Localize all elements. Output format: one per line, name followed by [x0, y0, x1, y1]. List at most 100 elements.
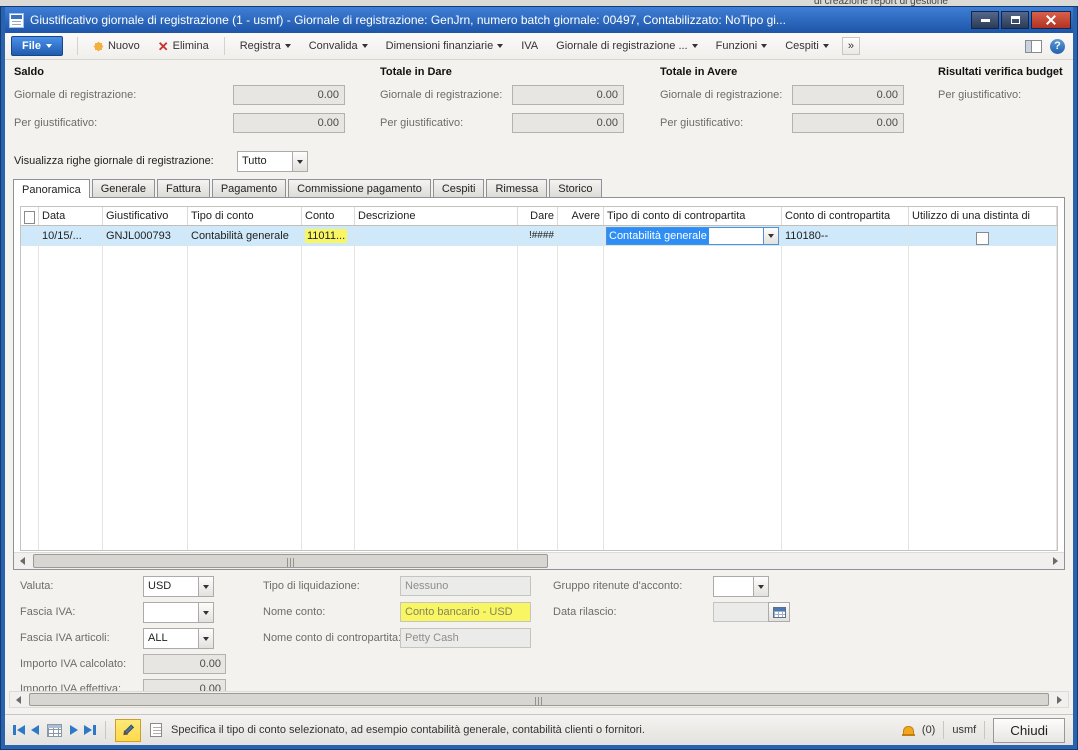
- col-header-giustificativo[interactable]: Giustificativo: [103, 207, 188, 225]
- scroll-left-button[interactable]: [10, 692, 27, 707]
- cell-data[interactable]: 10/15/...: [39, 226, 103, 246]
- chevron-down-icon: [692, 44, 698, 48]
- col-header-conto-contropartita[interactable]: Conto di contropartita: [782, 207, 909, 225]
- withholding-group-value: [713, 576, 753, 597]
- journal-lines-filter-row: Visualizza righe giornale di registrazio…: [5, 149, 1073, 176]
- form-horizontal-scrollbar[interactable]: [9, 691, 1069, 708]
- tab-cespiti[interactable]: Cespiti: [433, 179, 485, 197]
- minimize-button[interactable]: [971, 11, 999, 29]
- settlement-type-label: Tipo di liquidazione:: [263, 580, 360, 592]
- previous-record-button[interactable]: [31, 725, 39, 735]
- maximize-button[interactable]: [1001, 11, 1029, 29]
- totals-summary-panel: Saldo Totale in Dare Totale in Avere Ris…: [5, 61, 1073, 149]
- sales-tax-group-combobox[interactable]: [143, 602, 214, 623]
- scrollbar-grip-icon: [535, 697, 543, 706]
- close-button[interactable]: [1031, 11, 1071, 29]
- cell-conto-contropartita[interactable]: 110180--: [782, 226, 909, 246]
- validate-menu-button[interactable]: Convalida: [300, 36, 377, 56]
- delete-button[interactable]: ✕ Elimina: [149, 36, 218, 56]
- first-record-button[interactable]: [13, 725, 25, 735]
- col-header-data[interactable]: Data: [39, 207, 103, 225]
- next-record-button[interactable]: [70, 725, 78, 735]
- calendar-button[interactable]: [768, 602, 790, 622]
- col-header-utilizzo-distinta[interactable]: Utilizzo di una distinta di: [909, 207, 1057, 225]
- col-header-dare[interactable]: Dare: [518, 207, 558, 225]
- chevron-down-icon: [362, 44, 368, 48]
- grid-horizontal-scrollbar[interactable]: [14, 552, 1064, 569]
- scroll-right-button[interactable]: [1047, 553, 1064, 569]
- tab-generale[interactable]: Generale: [92, 179, 155, 197]
- table-row[interactable]: 10/15/... GNJL000793 Contabilità general…: [21, 226, 1057, 246]
- cell-tipo-di-conto[interactable]: Contabilità generale: [188, 226, 302, 246]
- cell-conto[interactable]: 11011...: [302, 226, 355, 246]
- new-button[interactable]: Nuovo: [84, 36, 149, 56]
- combobox-dropdown-button[interactable]: [292, 151, 308, 172]
- chevron-down-icon: [761, 44, 767, 48]
- combobox-dropdown-button[interactable]: [198, 576, 214, 597]
- withholding-group-combobox[interactable]: [713, 576, 769, 597]
- post-menu-button[interactable]: Registra: [231, 36, 300, 56]
- vat-button[interactable]: IVA: [512, 36, 547, 56]
- col-header-tipo-di-conto[interactable]: Tipo di conto: [188, 207, 302, 225]
- release-date-field[interactable]: [713, 602, 769, 622]
- journal-menu-button[interactable]: Giornale di registrazione ...: [547, 36, 706, 56]
- scrollbar-thumb[interactable]: [29, 693, 1049, 706]
- chiudi-button[interactable]: Chiudi: [993, 718, 1065, 743]
- scroll-right-icon: [1053, 557, 1058, 565]
- col-header-tipo-conto-contropartita[interactable]: Tipo di conto di contropartita: [604, 207, 782, 225]
- fixed-assets-menu-button[interactable]: Cespiti: [776, 36, 838, 56]
- col-header-descrizione[interactable]: Descrizione: [355, 207, 518, 225]
- app-icon: [9, 13, 24, 28]
- titlebar[interactable]: Giustificativo giornale di registrazione…: [5, 7, 1073, 33]
- grid-view-button[interactable]: [47, 724, 62, 737]
- chevron-down-icon: [297, 160, 303, 164]
- tab-storico[interactable]: Storico: [549, 179, 601, 197]
- cell-descrizione[interactable]: [355, 226, 518, 246]
- edit-mode-button[interactable]: [115, 719, 141, 742]
- financial-dimensions-label: Dimensioni finanziarie: [386, 40, 494, 52]
- col-header-avere[interactable]: Avere: [558, 207, 604, 225]
- select-all-checkbox[interactable]: [24, 211, 35, 224]
- debit-journal-field: 0.00: [512, 85, 624, 105]
- combobox-dropdown-button[interactable]: [763, 228, 778, 244]
- col-header-conto[interactable]: Conto: [302, 207, 355, 225]
- vat-label: IVA: [521, 40, 538, 52]
- layout-icon[interactable]: [1025, 40, 1042, 53]
- utilizzo-distinta-checkbox[interactable]: [976, 232, 989, 245]
- currency-combobox[interactable]: USD: [143, 576, 214, 597]
- validate-label: Convalida: [309, 40, 358, 52]
- scrollbar-track[interactable]: [31, 553, 1047, 569]
- help-icon[interactable]: ?: [1050, 39, 1065, 54]
- close-icon: [1046, 15, 1056, 25]
- item-sales-tax-group-combobox[interactable]: ALL: [143, 628, 214, 649]
- scroll-left-button[interactable]: [14, 553, 31, 569]
- tab-pagamento[interactable]: Pagamento: [212, 179, 286, 197]
- tab-commissione-pagamento[interactable]: Commissione pagamento: [288, 179, 431, 197]
- last-record-button[interactable]: [84, 725, 96, 735]
- combobox-dropdown-button[interactable]: [198, 602, 214, 623]
- item-sales-tax-group-label: Fascia IVA articoli:: [20, 632, 110, 644]
- tab-fattura[interactable]: Fattura: [157, 179, 210, 197]
- financial-dimensions-menu-button[interactable]: Dimensioni finanziarie: [377, 36, 513, 56]
- show-lines-combobox[interactable]: Tutto: [237, 151, 308, 172]
- sales-tax-group-value: [143, 602, 198, 623]
- offset-account-type-combobox[interactable]: Contabilità generale: [606, 227, 779, 245]
- cell-dare[interactable]: !####: [518, 226, 558, 246]
- row-selector-cell[interactable]: [21, 226, 39, 246]
- show-lines-value: Tutto: [237, 151, 292, 172]
- tab-panoramica[interactable]: Panoramica: [13, 179, 90, 198]
- combobox-dropdown-button[interactable]: [753, 576, 769, 597]
- notifications-count[interactable]: (0): [922, 724, 935, 736]
- toolbar-overflow-button[interactable]: »: [842, 37, 860, 55]
- scroll-right-button[interactable]: [1051, 692, 1068, 707]
- functions-menu-button[interactable]: Funzioni: [707, 36, 777, 56]
- cell-giustificativo[interactable]: GNJL000793: [103, 226, 188, 246]
- cell-avere[interactable]: [558, 226, 604, 246]
- file-menu-button[interactable]: File: [11, 36, 63, 56]
- combobox-dropdown-button[interactable]: [198, 628, 214, 649]
- next-triangle-icon: [70, 725, 78, 735]
- tab-rimessa[interactable]: Rimessa: [486, 179, 547, 197]
- scrollbar-track[interactable]: [27, 692, 1051, 707]
- notifications-bell-icon[interactable]: [903, 726, 914, 735]
- scrollbar-thumb[interactable]: [33, 554, 548, 568]
